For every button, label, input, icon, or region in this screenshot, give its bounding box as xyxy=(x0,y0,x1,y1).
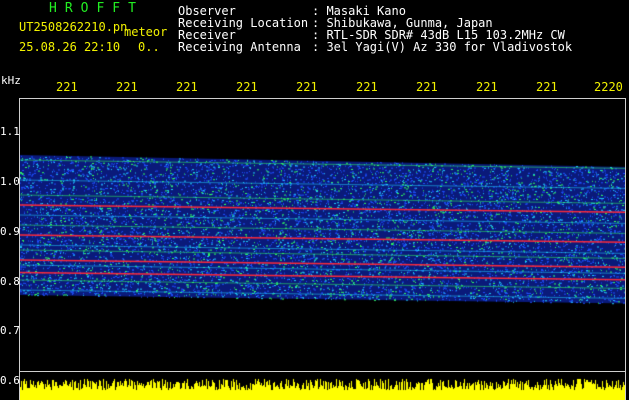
x-tick-label: 221 xyxy=(476,80,498,94)
plot-border-right xyxy=(625,98,626,400)
noise-level-separator xyxy=(19,371,626,372)
plot-border-top xyxy=(19,98,626,99)
app-brand: HROFFT xyxy=(49,1,144,16)
x-tick-label: 221 xyxy=(536,80,558,94)
antenna-value: : 3el Yagi(V) Az 330 for Vladivostok xyxy=(312,40,573,54)
x-tick-label: 221 xyxy=(296,80,318,94)
y-tick-label: 0.9 xyxy=(0,225,20,238)
x-tick-label: 221 xyxy=(416,80,438,94)
y-tick-label: 1.0 xyxy=(0,175,20,188)
antenna-label: Receiving Antenna xyxy=(178,40,301,54)
date-time: 25.08.26 22:10 xyxy=(19,40,121,54)
y-axis-unit: kHz xyxy=(1,74,21,87)
file-name: UT2508262210.pn xyxy=(19,20,128,34)
x-tick-label: 2220 xyxy=(594,80,623,94)
hrofft-screen: HROFFT UT2508262210.pn meteor 25.08.26 2… xyxy=(0,0,629,400)
spectrogram-canvas xyxy=(20,100,625,400)
y-tick-label: 1.1 xyxy=(0,125,20,138)
x-tick-label: 221 xyxy=(356,80,378,94)
y-tick-label: 0.8 xyxy=(0,275,20,288)
x-tick-label: 221 xyxy=(56,80,78,94)
x-tick-label: 221 xyxy=(176,80,198,94)
meteor-label: meteor xyxy=(124,25,168,39)
x-tick-label: 221 xyxy=(236,80,258,94)
plot-border-left xyxy=(19,98,20,400)
status-indicator: 0.. xyxy=(138,40,160,54)
x-tick-label: 221 xyxy=(116,80,138,94)
y-tick-label: 0.6 xyxy=(0,374,20,387)
y-tick-label: 0.7 xyxy=(0,324,20,337)
